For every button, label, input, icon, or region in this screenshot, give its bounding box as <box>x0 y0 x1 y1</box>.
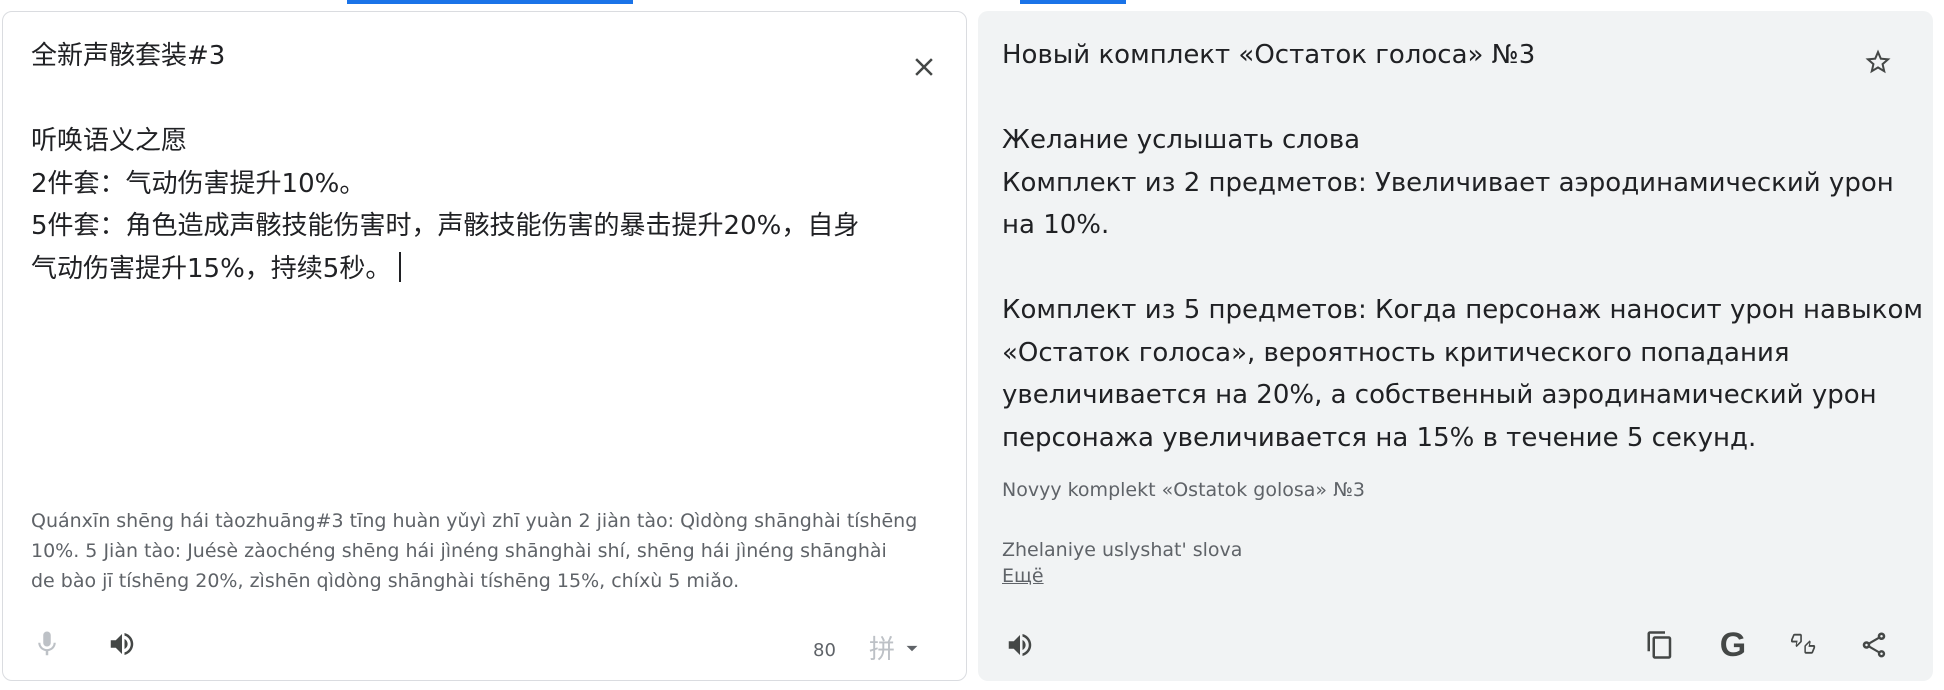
voice-input-button[interactable] <box>23 620 71 668</box>
star-outline-icon <box>1865 49 1891 74</box>
source-line-text: 气动伤害提升15%，持续5秒。 <box>31 253 392 284</box>
microphone-icon <box>38 631 56 656</box>
target-line: персонажа увеличивается на 15% в течение… <box>1002 422 1757 453</box>
target-tab-indicator <box>1020 0 1126 4</box>
source-panel: 全新声骸套装#3 听唤语义之愿 2件套：气动伤害提升10%。 5件套：角色造成声… <box>2 11 967 681</box>
copy-icon <box>1647 631 1672 659</box>
source-listen-button[interactable] <box>98 620 146 668</box>
show-more-link[interactable]: Ещё <box>1002 565 1044 587</box>
target-panel: Новый комплект «Остаток голоса» №3 Желан… <box>978 11 1933 681</box>
source-translit-line: 10%. 5 Jiàn tào: Juésè zàochéng shēng há… <box>31 540 887 562</box>
source-translit-line: Quánxīn shēng hái tàozhuāng#3 tīng huàn … <box>31 510 918 532</box>
target-line: увеличивается на 20%, а собственный аэро… <box>1002 380 1877 410</box>
share-translation-button[interactable] <box>1850 621 1898 669</box>
source-line: 2件套：气动伤害提升10%。 <box>31 168 366 199</box>
source-transliteration: Quánxīn shēng hái tàozhuāng#3 tīng huàn … <box>31 506 918 596</box>
clear-source-button[interactable] <box>900 43 948 91</box>
target-translit-line: Zhelaniye uslyshat' slova <box>1002 539 1243 561</box>
target-line <box>1002 247 1923 290</box>
target-line: Комплект из 2 предметов: Увеличивает аэр… <box>1002 167 1894 198</box>
target-translit-line <box>1002 505 1365 535</box>
character-count: 80 <box>813 640 836 661</box>
save-translation-button[interactable] <box>1854 38 1902 86</box>
target-title-line: Новый комплект «Остаток голоса» №3 <box>1002 40 1536 70</box>
target-line: Желание услышать слова <box>1002 125 1361 155</box>
text-cursor <box>399 251 402 282</box>
target-line: на 10%. <box>1002 210 1110 240</box>
target-listen-button[interactable] <box>996 621 1044 669</box>
rate-translation-button[interactable] <box>1780 621 1828 669</box>
input-tools-button[interactable]: 拼 <box>869 629 925 666</box>
target-translit-line: Novyy komplekt «Ostatok golosa» №3 <box>1002 479 1365 501</box>
share-icon <box>1862 632 1886 658</box>
source-line: 听唤语义之愿 <box>31 126 188 156</box>
caret-down-icon <box>906 645 918 651</box>
close-icon <box>915 58 933 76</box>
translation-text: Желание услышать слова Комплект из 2 пре… <box>1002 119 1923 459</box>
source-title-line[interactable]: 全新声骸套装#3 <box>31 36 225 76</box>
source-translit-line: de bào jī tíshēng 20%, zìshēn qìdòng shā… <box>31 570 740 592</box>
source-tab-indicator <box>347 0 633 4</box>
source-line: 5件套：角色造成声骸技能伤害时，声骸技能伤害的暴击提升20%，自身 <box>31 211 860 241</box>
target-transliteration: Novyy komplekt «Ostatok golosa» №3 Zhela… <box>1002 475 1365 565</box>
pinyin-input-icon: 拼 <box>869 635 896 665</box>
google-search-button[interactable]: G <box>1709 621 1757 669</box>
thumbs-feedback-icon <box>1791 633 1816 654</box>
google-g-icon: G <box>1719 625 1747 664</box>
source-line-last: 气动伤害提升15%，持续5秒。 <box>31 248 859 291</box>
volume-icon <box>1008 634 1032 656</box>
target-line: Комплект из 5 предметов: Когда персонаж … <box>1002 295 1924 325</box>
copy-translation-button[interactable] <box>1636 621 1684 669</box>
target-line: «Остаток голоса», вероятность критическо… <box>1002 337 1790 368</box>
volume-icon <box>110 633 134 655</box>
source-text-area[interactable]: 听唤语义之愿 2件套：气动伤害提升10%。 5件套：角色造成声骸技能伤害时，声骸… <box>31 120 859 290</box>
